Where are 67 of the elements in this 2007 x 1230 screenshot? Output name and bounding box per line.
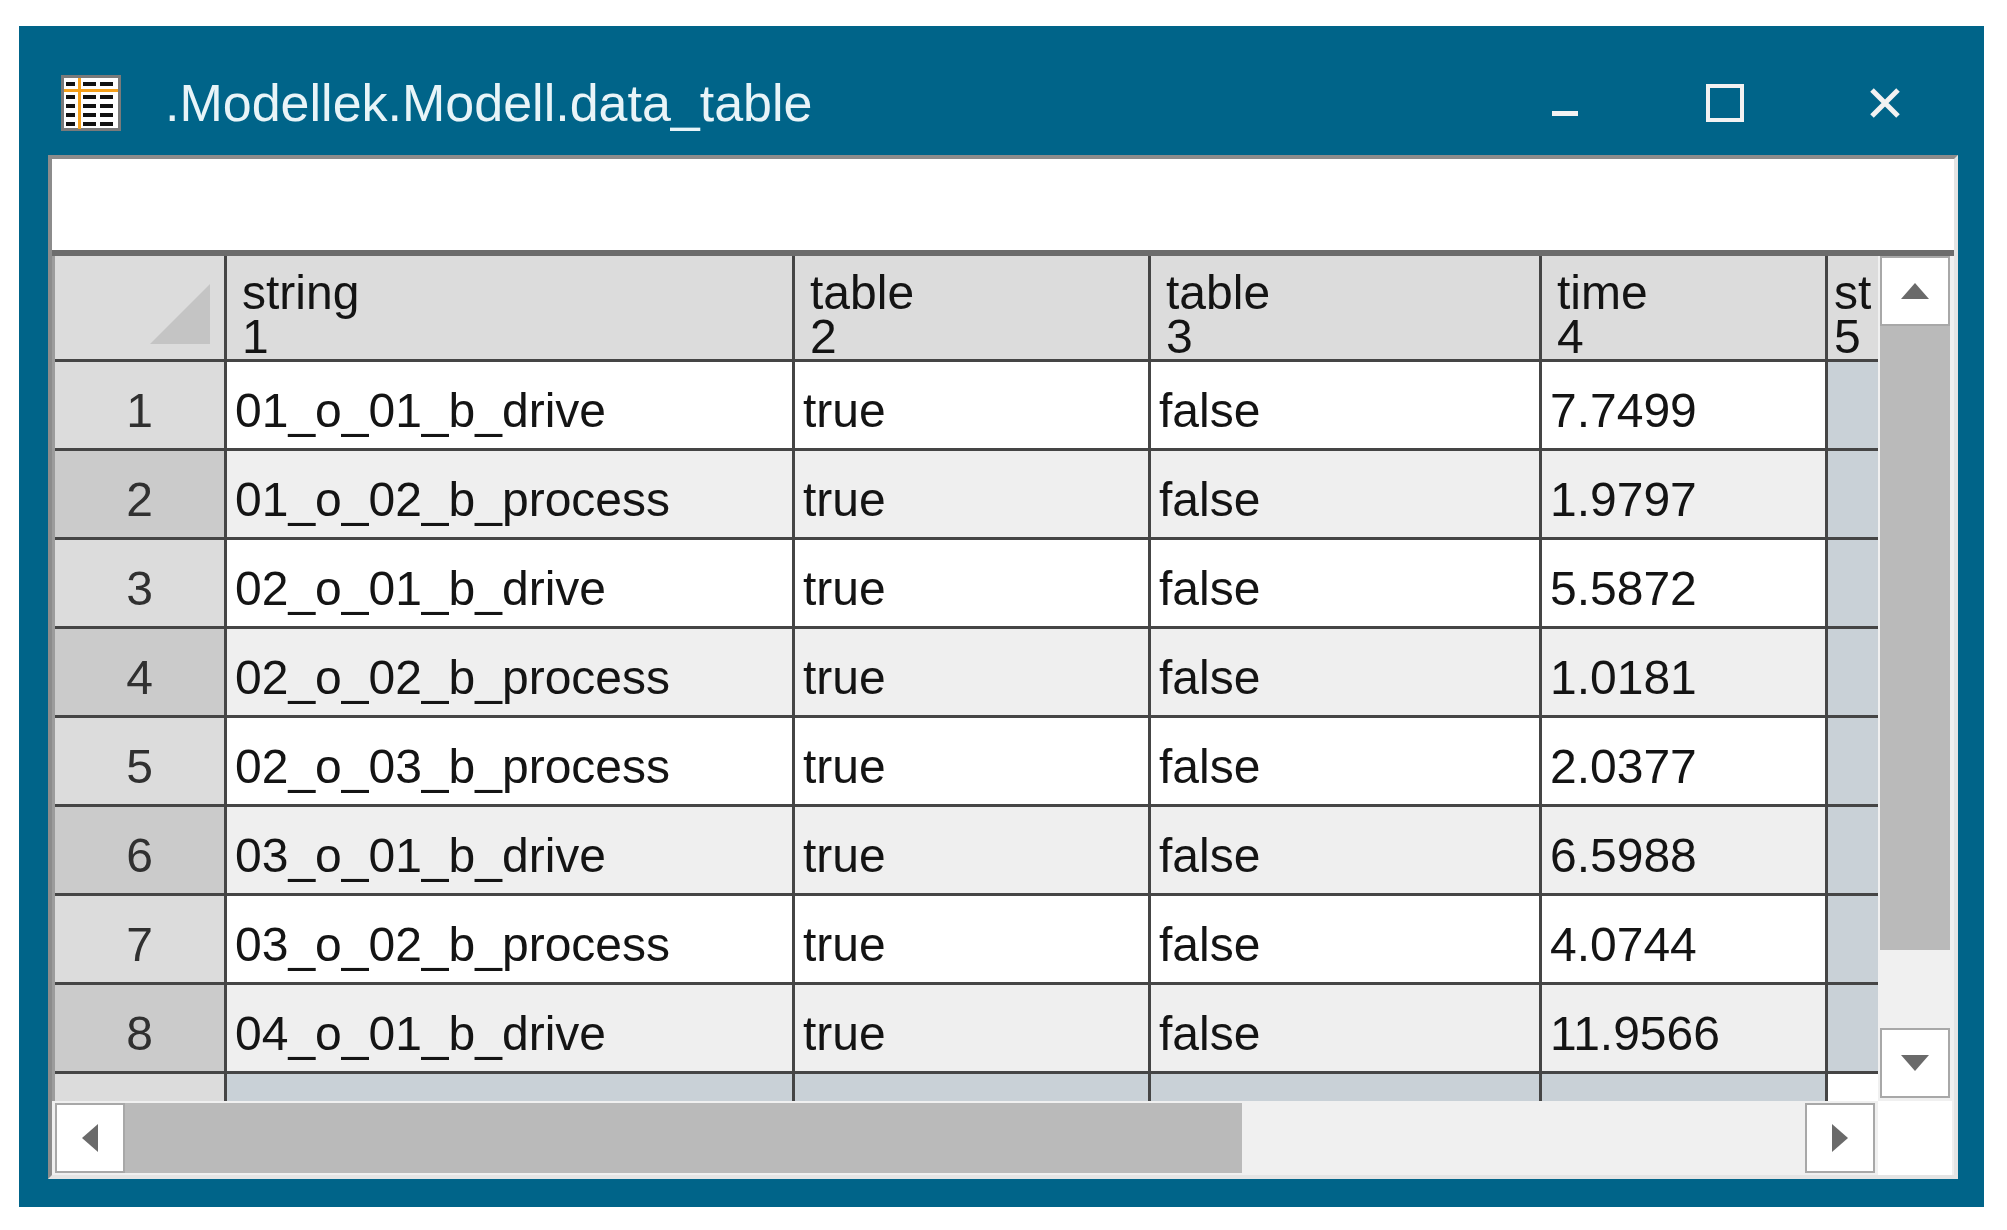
table-cell: true xyxy=(795,362,1148,448)
table-cell: 02_o_02_b_process xyxy=(227,629,792,715)
input-field[interactable] xyxy=(52,159,1954,250)
table-cell: 11.9566 xyxy=(1542,985,1825,1071)
table-cell: true xyxy=(795,985,1148,1071)
row-header: 8 xyxy=(55,985,224,1071)
column-type-label: table xyxy=(810,271,916,315)
right-arrow-icon xyxy=(1832,1124,1848,1152)
table-cell: false xyxy=(1151,807,1539,893)
left-arrow-icon xyxy=(82,1124,98,1152)
table-cell: false xyxy=(1151,629,1539,715)
table-cell: true xyxy=(795,451,1148,537)
row-header: 5 xyxy=(55,718,224,804)
column-number-label: 4 xyxy=(1557,315,1585,359)
table-cell: 03_o_01_b_drive xyxy=(227,807,792,893)
column-number-label: 3 xyxy=(1166,315,1194,359)
column-number-label: 1 xyxy=(242,315,269,359)
column-type-label: time xyxy=(1557,271,1649,315)
down-arrow-icon xyxy=(1901,1055,1929,1071)
table-icon xyxy=(61,75,121,131)
maximize-icon xyxy=(1706,84,1744,122)
table-cell: false xyxy=(1151,451,1539,537)
row-header: 7 xyxy=(55,896,224,982)
table-cell: false xyxy=(1151,718,1539,804)
scroll-right-button[interactable] xyxy=(1805,1103,1875,1173)
row-header: 6 xyxy=(55,807,224,893)
column-type-label: table xyxy=(1166,271,1272,315)
minimize-icon xyxy=(1552,110,1578,116)
table-cell: 1.9797 xyxy=(1542,451,1825,537)
table-cell: true xyxy=(795,540,1148,626)
table-cell: 01_o_02_b_process xyxy=(227,451,792,537)
table-cell: false xyxy=(1151,540,1539,626)
table-cell: 01_o_01_b_drive xyxy=(227,362,792,448)
table-cell: 03_o_02_b_process xyxy=(227,896,792,982)
column-number-label: 2 xyxy=(810,315,838,359)
row-header: 3 xyxy=(55,540,224,626)
table-cell: 04_o_01_b_drive xyxy=(227,985,792,1071)
row-header: 1 xyxy=(55,362,224,448)
up-arrow-icon xyxy=(1901,283,1929,299)
table-cell: 5.5872 xyxy=(1542,540,1825,626)
table-cell: true xyxy=(795,718,1148,804)
triangle-icon xyxy=(150,284,210,344)
table-cell: 2.0377 xyxy=(1542,718,1825,804)
table-cell: 4.0744 xyxy=(1542,896,1825,982)
table-cell xyxy=(1828,1074,1878,1101)
window-title: .Modellek.Modell.data_table xyxy=(165,73,813,133)
table-cell: 6.5988 xyxy=(1542,807,1825,893)
table-cell: 7.7499 xyxy=(1542,362,1825,448)
scrollbar-thumb[interactable] xyxy=(125,1103,1242,1173)
table-cell: false xyxy=(1151,362,1539,448)
table-cell: true xyxy=(795,807,1148,893)
scroll-down-button[interactable] xyxy=(1880,1028,1950,1098)
table-cell: 02_o_01_b_drive xyxy=(227,540,792,626)
column-type-label: st xyxy=(1834,271,1873,315)
table-cell: false xyxy=(1151,896,1539,982)
scrollbar-thumb[interactable] xyxy=(1880,326,1950,950)
scroll-left-button[interactable] xyxy=(55,1103,125,1173)
table-cell: true xyxy=(795,629,1148,715)
row-header: 4 xyxy=(55,629,224,715)
close-icon xyxy=(1869,87,1901,119)
scroll-up-button[interactable] xyxy=(1880,256,1950,326)
row-header: 2 xyxy=(55,451,224,537)
table-cell: 02_o_03_b_process xyxy=(227,718,792,804)
column-number-label: 5 xyxy=(1834,315,1862,359)
table-cell: true xyxy=(795,896,1148,982)
table-cell: 1.0181 xyxy=(1542,629,1825,715)
table-cell: false xyxy=(1151,985,1539,1071)
